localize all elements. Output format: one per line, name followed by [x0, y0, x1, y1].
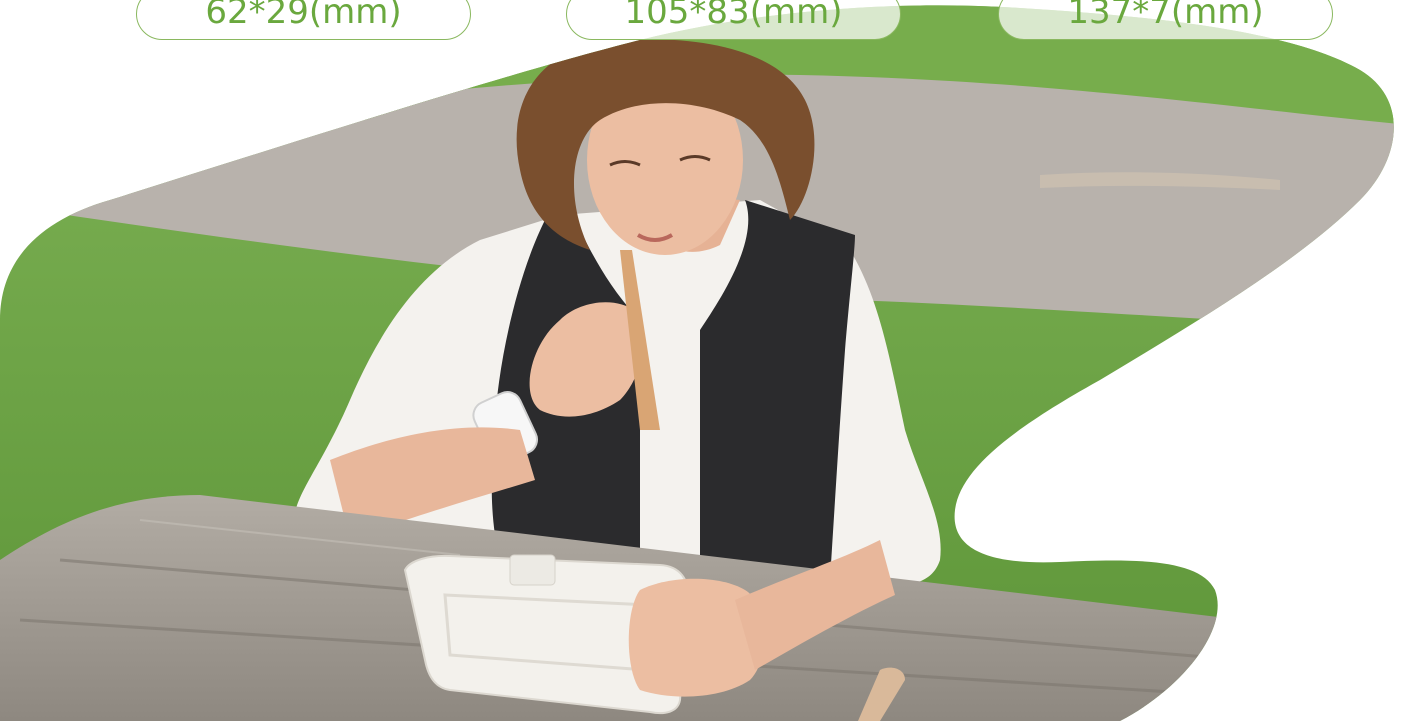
size-pill-3: 137*7(mm): [998, 0, 1333, 40]
size-pill-label: 105*83(mm): [624, 0, 843, 32]
hero-photo: [0, 5, 1394, 721]
size-pill-1: 62*29(mm): [136, 0, 471, 40]
page: 62*29(mm) 105*83(mm) 137*7(mm): [0, 0, 1410, 721]
size-pill-label: 137*7(mm): [1067, 0, 1264, 32]
size-pill-label: 62*29(mm): [205, 0, 402, 32]
size-pill-2: 105*83(mm): [566, 0, 901, 40]
